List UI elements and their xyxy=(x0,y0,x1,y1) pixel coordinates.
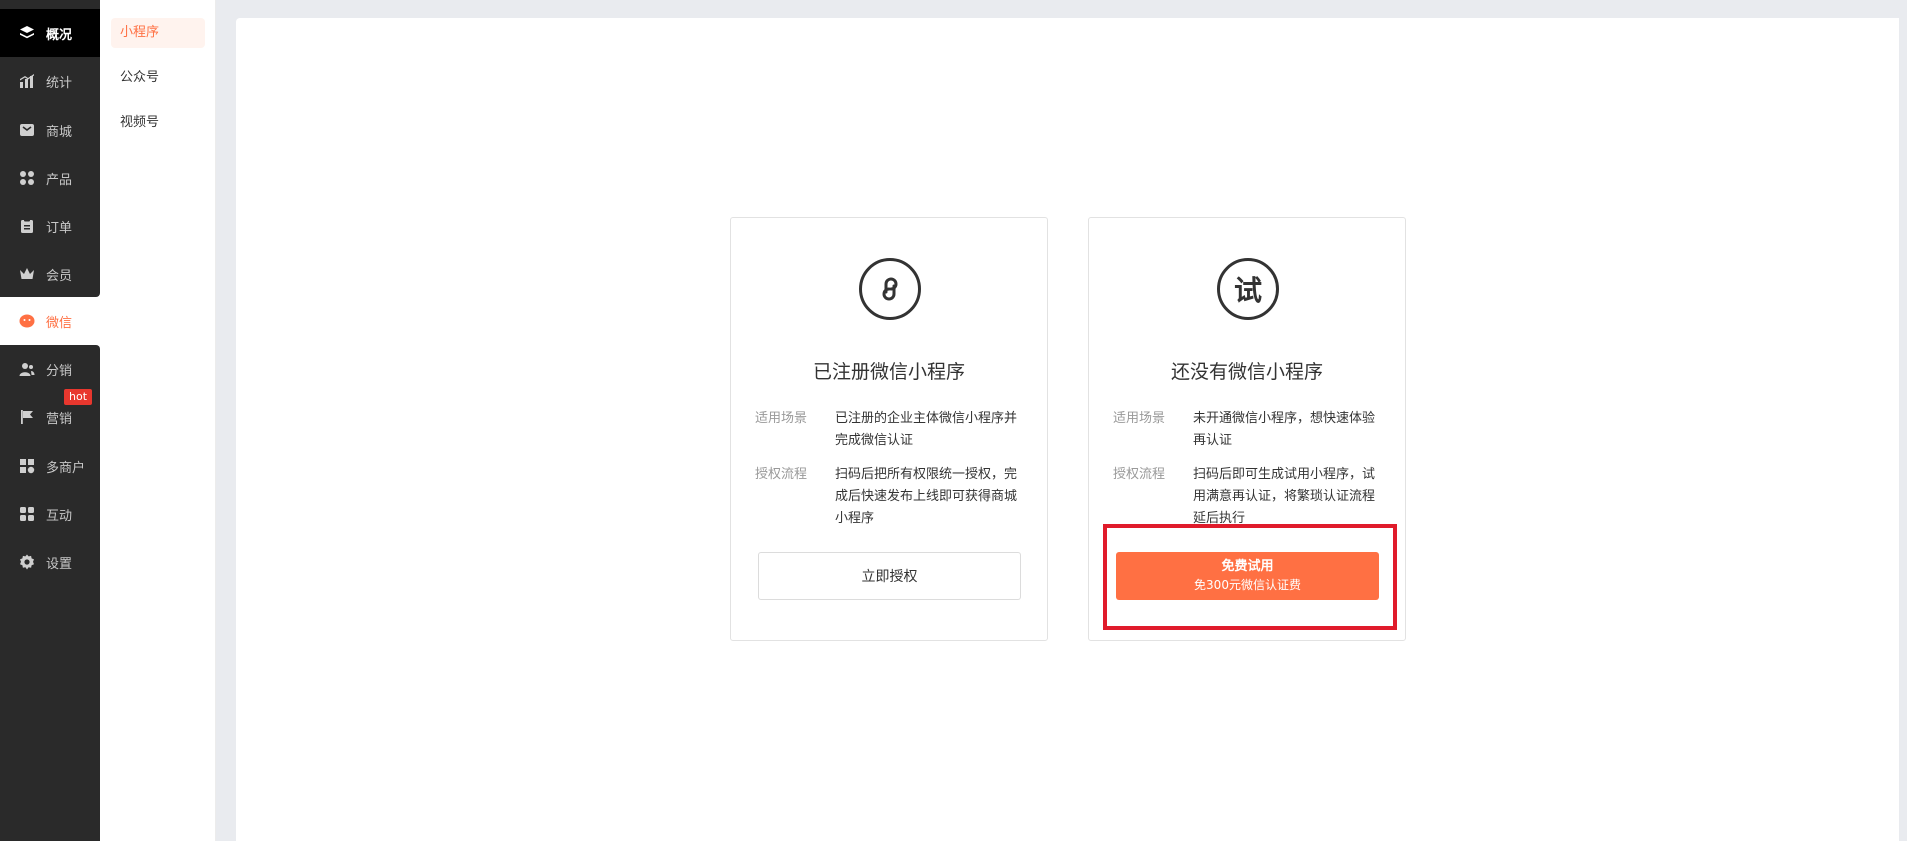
sidebar-item-multi-merchant[interactable]: 多商户 xyxy=(0,442,100,490)
registered-mini-program-card: 已注册微信小程序 适用场景 已注册的企业主体微信小程序并完成微信认证 授权流程 … xyxy=(730,217,1048,641)
sidebar-item-label: 订单 xyxy=(46,220,73,236)
blocks-icon xyxy=(18,505,36,523)
sidebar-item-label: 设置 xyxy=(46,556,73,572)
primary-sidebar: 概况 统计 商城 产品 订单 会员 微信 分销 营销 多商户 互动 设置 hot xyxy=(0,0,100,841)
info-value: 未开通微信小程序，想快速体验再认证 xyxy=(1193,411,1376,448)
layers-icon xyxy=(18,24,36,42)
info-key: 适用场景 xyxy=(1113,411,1166,426)
subnav-item-official-account[interactable]: 公众号 xyxy=(111,63,205,93)
card-title: 还没有微信小程序 xyxy=(1170,361,1323,383)
subnav-item-mini-program[interactable]: 小程序 xyxy=(111,18,205,48)
grid-icon xyxy=(18,169,36,187)
users-icon xyxy=(18,360,36,378)
info-row: 适用场景 未开通微信小程序，想快速体验再认证 xyxy=(1113,408,1385,452)
sidebar-item-products[interactable]: 产品 xyxy=(0,154,100,202)
info-value: 扫码后即可生成试用小程序，试用满意再认证，将繁琐认证流程延后执行 xyxy=(1193,467,1376,526)
sidebar-item-label: 营销 xyxy=(46,411,73,427)
wechat-icon xyxy=(18,312,36,330)
sidebar-item-interaction[interactable]: 互动 xyxy=(0,490,100,538)
flag-icon xyxy=(18,408,36,426)
sidebar-item-label: 会员 xyxy=(46,268,73,284)
mini-program-icon xyxy=(859,258,921,320)
crown-icon xyxy=(18,265,36,283)
store-icon xyxy=(18,457,36,475)
info-row: 适用场景 已注册的企业主体微信小程序并完成微信认证 xyxy=(755,408,1027,452)
info-row: 授权流程 扫码后即可生成试用小程序，试用满意再认证，将繁琐认证流程延后执行 xyxy=(1113,464,1385,530)
sidebar-item-label: 统计 xyxy=(46,75,73,91)
sidebar-item-label: 分销 xyxy=(46,363,73,379)
clipboard-icon xyxy=(18,217,36,235)
sidebar-item-label: 多商户 xyxy=(46,460,86,476)
sidebar-item-label: 微信 xyxy=(46,315,73,331)
secondary-sidebar: 小程序 公众号 视频号 xyxy=(100,0,216,841)
subnav-item-channels[interactable]: 视频号 xyxy=(111,108,205,138)
sidebar-item-settings[interactable]: 设置 xyxy=(0,538,100,586)
sidebar-item-members[interactable]: 会员 xyxy=(0,250,100,298)
main-content: 已注册微信小程序 适用场景 已注册的企业主体微信小程序并完成微信认证 授权流程 … xyxy=(236,18,1899,841)
info-key: 授权流程 xyxy=(755,467,808,482)
free-trial-label: 免费试用 xyxy=(1221,559,1274,574)
trial-icon-glyph: 试 xyxy=(1233,274,1262,307)
info-row: 授权流程 扫码后把所有权限统一授权，完成后快速发布上线即可获得商城小程序 xyxy=(755,464,1027,530)
sidebar-item-label: 概况 xyxy=(46,27,73,43)
no-mini-program-card: 试 还没有微信小程序 适用场景 未开通微信小程序，想快速体验再认证 授权流程 扫… xyxy=(1088,217,1406,641)
gear-icon xyxy=(18,553,36,571)
sidebar-item-wechat[interactable]: 微信 xyxy=(0,297,100,345)
free-trial-button[interactable]: 免费试用 免300元微信认证费 xyxy=(1116,552,1379,600)
info-value: 已注册的企业主体微信小程序并完成微信认证 xyxy=(835,411,1018,448)
authorize-now-button[interactable]: 立即授权 xyxy=(758,552,1021,600)
sidebar-item-overview[interactable]: 概况 xyxy=(0,9,100,57)
sidebar-item-distribution[interactable]: 分销 xyxy=(0,345,100,393)
sidebar-item-orders[interactable]: 订单 xyxy=(0,202,100,250)
sidebar-item-label: 商城 xyxy=(46,124,73,140)
sidebar-item-label: 产品 xyxy=(46,172,73,188)
chart-icon xyxy=(18,72,36,90)
hot-badge: hot xyxy=(64,389,93,405)
trial-icon: 试 xyxy=(1217,258,1279,320)
free-trial-sublabel: 免300元微信认证费 xyxy=(1194,578,1301,592)
info-key: 授权流程 xyxy=(1113,467,1166,482)
card-title: 已注册微信小程序 xyxy=(812,361,965,383)
mail-icon xyxy=(18,121,36,139)
sidebar-item-statistics[interactable]: 统计 xyxy=(0,57,100,105)
info-key: 适用场景 xyxy=(755,411,808,426)
info-value: 扫码后把所有权限统一授权，完成后快速发布上线即可获得商城小程序 xyxy=(835,467,1018,526)
sidebar-item-label: 互动 xyxy=(46,508,73,524)
sidebar-item-mall[interactable]: 商城 xyxy=(0,106,100,154)
